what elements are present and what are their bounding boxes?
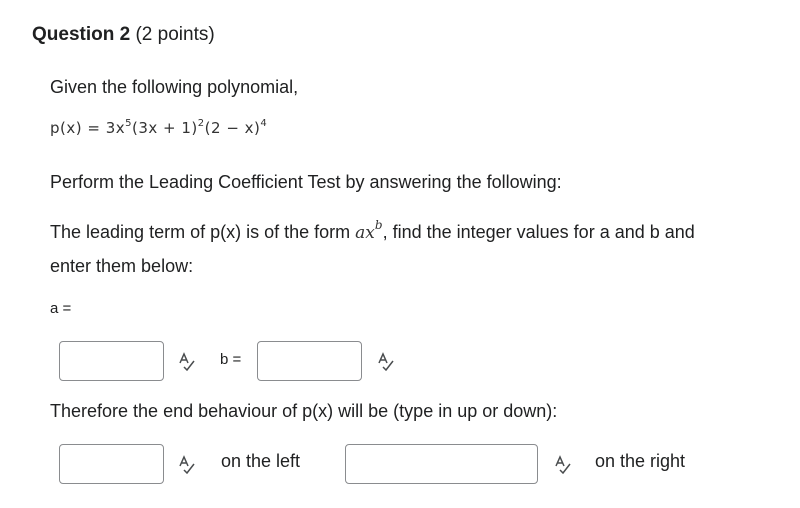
spellcheck-icon[interactable] (177, 454, 197, 474)
b-label: b = (220, 351, 242, 368)
polynomial-expression: p(x) = 3x5(3x + 1)2(2 − x)4 (50, 118, 268, 138)
instruction-text: Perform the Leading Coefficient Test by … (50, 172, 562, 192)
question-number: Question 2 (32, 24, 131, 45)
on-left-label: on the left (221, 451, 301, 471)
a-input[interactable] (59, 341, 164, 381)
question-points: (2 points) (135, 24, 215, 45)
spellcheck-icon[interactable] (376, 351, 396, 371)
leading-term-text: The leading term of p(x) is of the form … (50, 218, 695, 243)
a-label: a = (50, 300, 72, 317)
spellcheck-icon[interactable] (177, 351, 197, 371)
spellcheck-icon[interactable] (553, 454, 573, 474)
leading-term-text-line2: enter them below: (50, 256, 194, 276)
right-behaviour-input[interactable] (345, 444, 538, 484)
end-behaviour-prompt: Therefore the end behaviour of p(x) will… (50, 401, 558, 421)
intro-text: Given the following polynomial, (50, 77, 299, 97)
left-behaviour-input[interactable] (59, 444, 164, 484)
question-title: Question 2 (2 points) (32, 24, 215, 46)
leading-term-form: axb (355, 218, 383, 243)
b-input[interactable] (257, 341, 362, 381)
on-right-label: on the right (595, 451, 686, 471)
